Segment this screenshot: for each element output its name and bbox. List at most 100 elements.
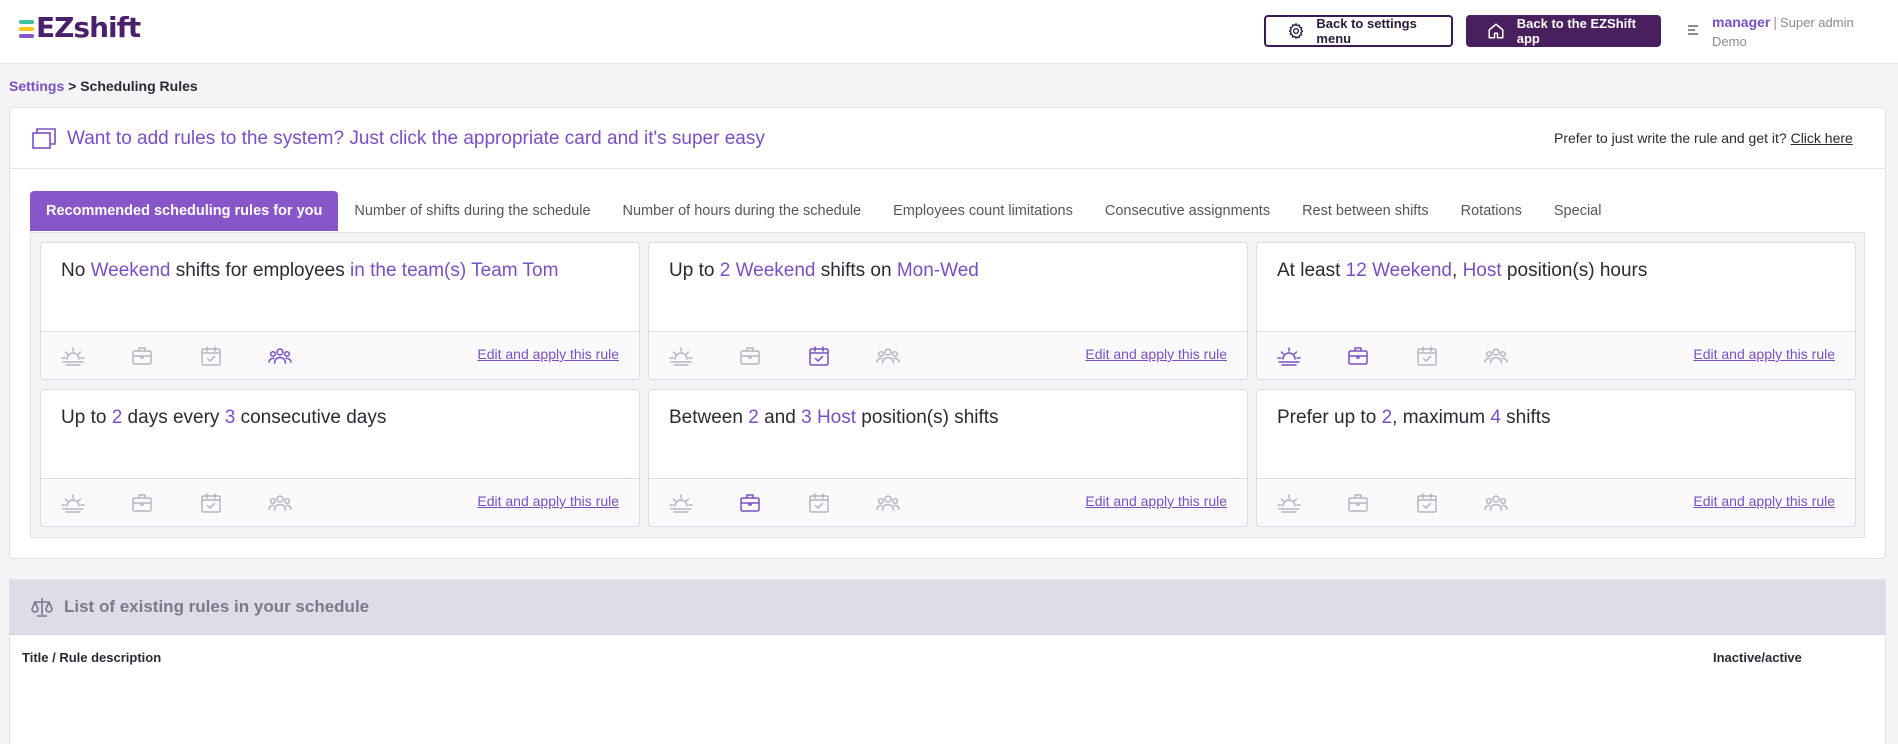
column-header-title: Title / Rule description xyxy=(22,650,162,665)
rule-highlight: Weekend xyxy=(90,260,171,281)
rule-card-footer: Edit and apply this rule xyxy=(41,478,639,526)
rule-highlight: 3 xyxy=(224,407,236,428)
user-organization: Demo xyxy=(1712,34,1747,49)
menu-lines-icon xyxy=(1688,23,1700,35)
rule-card[interactable]: Prefer up to 2, maximum 4 shifts Edit and… xyxy=(1256,389,1856,527)
rule-card-footer: Edit and apply this rule xyxy=(649,331,1247,379)
calendar-icon xyxy=(1415,491,1439,515)
shift-icon xyxy=(669,344,693,368)
rule-card-footer: Edit and apply this rule xyxy=(649,478,1247,526)
back-to-settings-button[interactable]: Back to settings menu xyxy=(1264,15,1453,47)
rule-text: days every xyxy=(122,407,225,428)
rule-highlight: in the team(s) Team Tom xyxy=(350,260,559,281)
breadcrumb: Settings > Scheduling Rules xyxy=(9,78,198,94)
rule-card-title: Up to 2 Weekend shifts on Mon-Wed xyxy=(669,260,979,282)
edit-apply-rule-link[interactable]: Edit and apply this rule xyxy=(1693,346,1835,362)
gear-icon xyxy=(1286,21,1305,41)
shift-icon xyxy=(61,491,85,515)
breadcrumb-settings-link[interactable]: Settings xyxy=(9,78,64,94)
tab-employees-count-limitations[interactable]: Employees count limitations xyxy=(877,191,1089,231)
tab-number-of-hours-during-the-schedule[interactable]: Number of hours during the schedule xyxy=(607,191,878,231)
tab-number-of-shifts-during-the-schedule[interactable]: Number of shifts during the schedule xyxy=(338,191,606,231)
existing-rules-title: List of existing rules in your schedule xyxy=(64,597,370,616)
rule-highlight: 2 xyxy=(111,407,123,428)
rule-highlight: Weekend xyxy=(735,260,816,281)
edit-apply-rule-link[interactable]: Edit and apply this rule xyxy=(477,346,619,362)
rule-text: Prefer up to xyxy=(1277,407,1382,428)
panel-header: Want to add rules to the system? Just cl… xyxy=(10,108,1885,169)
breadcrumb-separator: > xyxy=(68,78,77,94)
rule-text: and xyxy=(758,407,802,428)
position-icon xyxy=(130,491,154,515)
edit-apply-rule-link[interactable]: Edit and apply this rule xyxy=(1693,493,1835,509)
tab-consecutive-assignments[interactable]: Consecutive assignments xyxy=(1089,191,1286,231)
shift-icon xyxy=(61,344,85,368)
edit-apply-rule-link[interactable]: Edit and apply this rule xyxy=(1085,346,1227,362)
write-rule-link[interactable]: Click here xyxy=(1791,130,1853,146)
calendar-icon xyxy=(199,344,223,368)
rule-text: Up to xyxy=(61,407,112,428)
rule-card-title: Prefer up to 2, maximum 4 shifts xyxy=(1277,407,1551,429)
rule-highlight: 4 xyxy=(1490,407,1501,428)
rule-highlight: 12 xyxy=(1345,260,1367,281)
rule-text: position(s) shifts xyxy=(856,407,999,428)
shift-icon xyxy=(1277,491,1301,515)
rule-text: position(s) hours xyxy=(1501,260,1648,281)
rule-highlight: Host xyxy=(1462,260,1502,281)
ezshift-logo[interactable]: EZshift xyxy=(19,11,141,44)
rule-highlight: 2 xyxy=(719,260,731,281)
rule-card-title: Up to 2 days every 3 consecutive days xyxy=(61,407,386,429)
tab-recommended-scheduling-rules-for-you[interactable]: Recommended scheduling rules for you xyxy=(30,191,339,231)
panel-headline: Want to add rules to the system? Just cl… xyxy=(67,128,765,149)
team-icon xyxy=(1484,491,1508,515)
team-icon xyxy=(876,491,900,515)
rule-card-title: Between 2 and 3 Host position(s) shifts xyxy=(669,407,999,429)
tab-rotations[interactable]: Rotations xyxy=(1445,191,1538,231)
team-icon xyxy=(876,344,900,368)
cards-icon xyxy=(32,128,56,150)
edit-apply-rule-link[interactable]: Edit and apply this rule xyxy=(1085,493,1227,509)
write-rule-text: Prefer to just write the rule and get it… xyxy=(1554,130,1787,146)
rule-card-footer: Edit and apply this rule xyxy=(1257,331,1855,379)
calendar-icon xyxy=(807,344,831,368)
rule-card[interactable]: At least 12 Weekend, Host position(s) ho… xyxy=(1256,242,1856,380)
rule-category-tabs: Recommended scheduling rules for you Numb… xyxy=(30,191,1617,231)
user-identity: manager | Super admin xyxy=(1712,14,1854,30)
back-to-app-label: Back to the EZShift app xyxy=(1516,16,1636,46)
column-header-active: Inactive/active xyxy=(1713,650,1802,665)
rule-highlight: Weekend xyxy=(1372,260,1453,281)
rule-card[interactable]: Up to 2 Weekend shifts on Mon-Wed Edit an… xyxy=(648,242,1248,380)
team-icon xyxy=(1484,344,1508,368)
rule-cards-grid: No Weekend shifts for employees in the t… xyxy=(30,232,1865,538)
position-icon xyxy=(738,344,762,368)
shift-icon xyxy=(669,491,693,515)
rule-card[interactable]: Between 2 and 3 Host position(s) shifts E… xyxy=(648,389,1248,527)
tab-rest-between-shifts[interactable]: Rest between shifts xyxy=(1286,191,1445,231)
rule-text: , xyxy=(1452,260,1463,281)
rule-card[interactable]: No Weekend shifts for employees in the t… xyxy=(40,242,640,380)
write-rule-prompt: Prefer to just write the rule and get it… xyxy=(1554,130,1884,146)
position-icon xyxy=(738,491,762,515)
rule-text: No xyxy=(61,260,91,281)
tab-special[interactable]: Special xyxy=(1538,191,1618,231)
rule-card[interactable]: Up to 2 days every 3 consecutive days Edi… xyxy=(40,389,640,527)
rule-text: Up to xyxy=(669,260,720,281)
edit-apply-rule-link[interactable]: Edit and apply this rule xyxy=(477,493,619,509)
rule-highlight: Mon-Wed xyxy=(896,260,979,281)
logo-text: EZshift xyxy=(36,11,141,44)
logo-bars-icon xyxy=(19,20,34,38)
rule-text: shifts xyxy=(1500,407,1551,428)
breadcrumb-current: Scheduling Rules xyxy=(80,78,198,94)
home-icon xyxy=(1486,21,1506,41)
rule-text: Between xyxy=(669,407,749,428)
rule-text: At least xyxy=(1277,260,1346,281)
team-icon xyxy=(268,344,292,368)
existing-rules-section: List of existing rules in your schedule … xyxy=(9,579,1886,744)
back-to-app-button[interactable]: Back to the EZShift app xyxy=(1466,15,1661,47)
scale-icon xyxy=(30,595,54,619)
rule-highlight: Host xyxy=(816,407,857,428)
rule-text: , maximum xyxy=(1392,407,1491,428)
calendar-icon xyxy=(807,491,831,515)
rule-card-footer: Edit and apply this rule xyxy=(1257,478,1855,526)
shift-icon xyxy=(1277,344,1301,368)
